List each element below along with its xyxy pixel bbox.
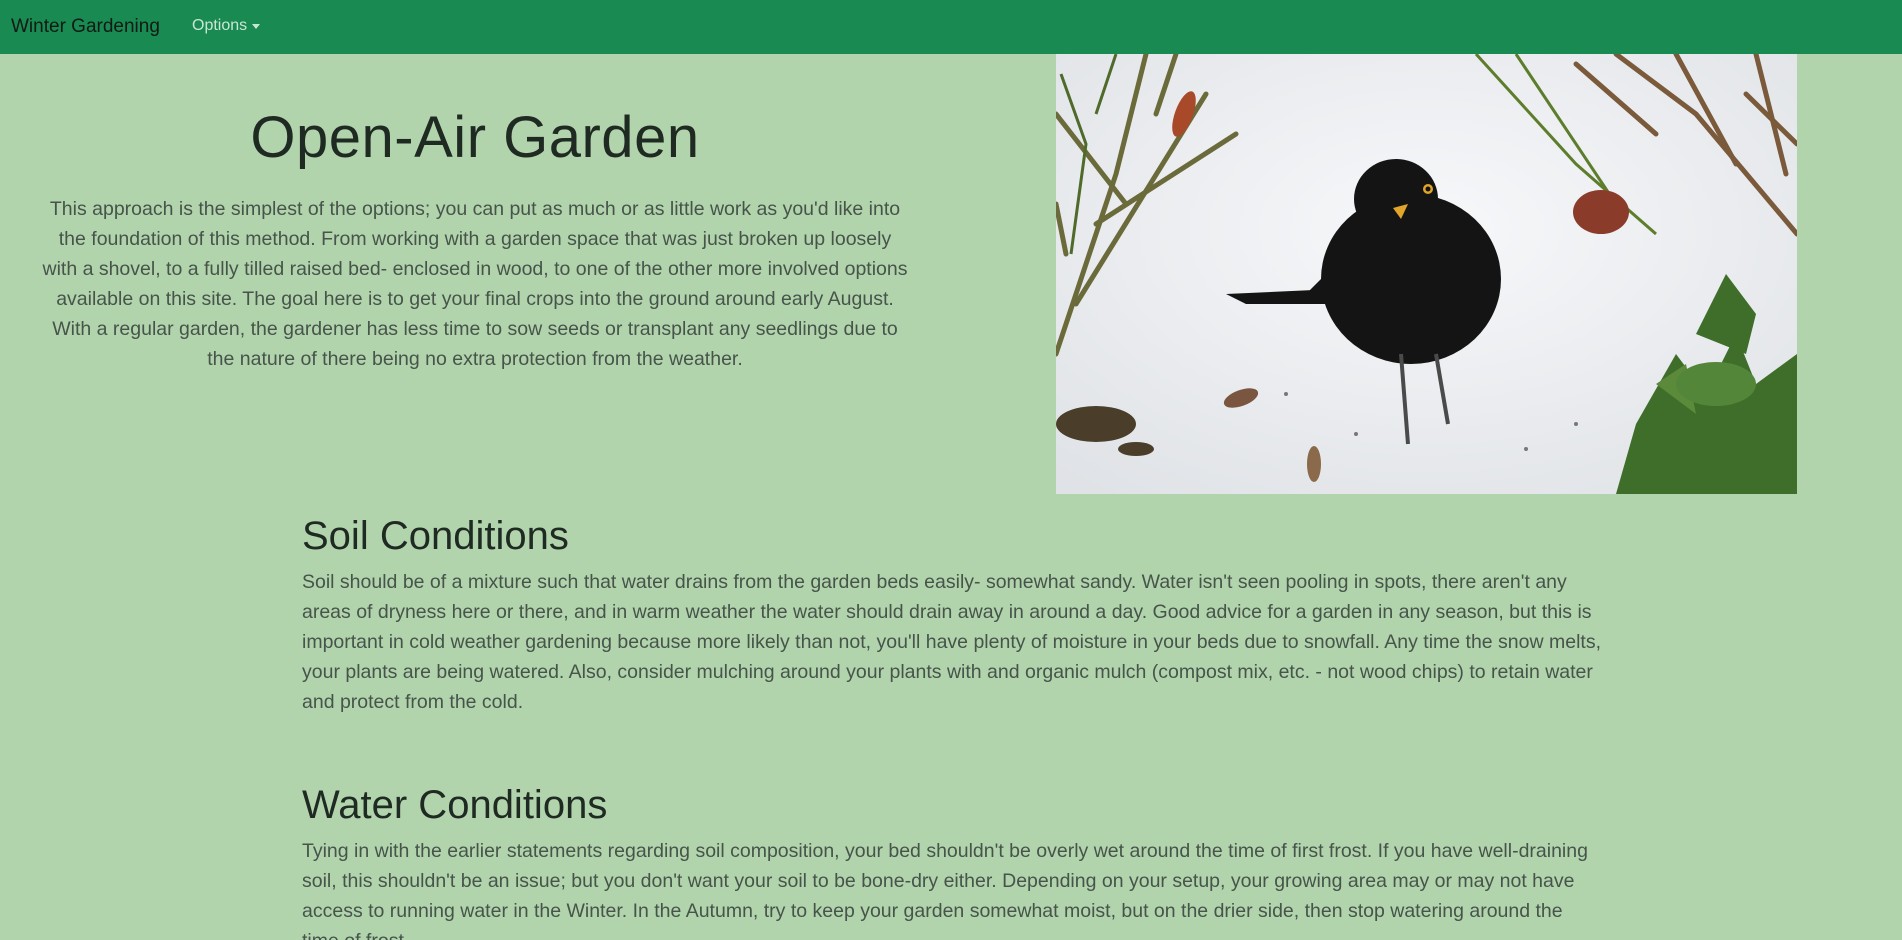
intro-paragraph: This approach is the simplest of the opt…: [42, 198, 908, 370]
top-navbar: Winter Gardening Options: [0, 0, 1902, 54]
options-dropdown[interactable]: Options: [192, 17, 261, 35]
water-conditions-heading: Water Conditions: [302, 783, 608, 827]
brand-link[interactable]: Winter Gardening: [11, 16, 160, 38]
soil-conditions-heading: Soil Conditions: [302, 514, 569, 558]
blackbird-in-snow-photo: [1056, 54, 1797, 494]
options-label: Options: [192, 17, 248, 34]
caret-down-icon: [252, 23, 261, 29]
water-conditions-paragraph: Tying in with the earlier statements reg…: [302, 840, 1588, 940]
page-title: Open-Air Garden: [250, 105, 700, 170]
soil-conditions-paragraph: Soil should be of a mixture such that wa…: [302, 571, 1602, 713]
